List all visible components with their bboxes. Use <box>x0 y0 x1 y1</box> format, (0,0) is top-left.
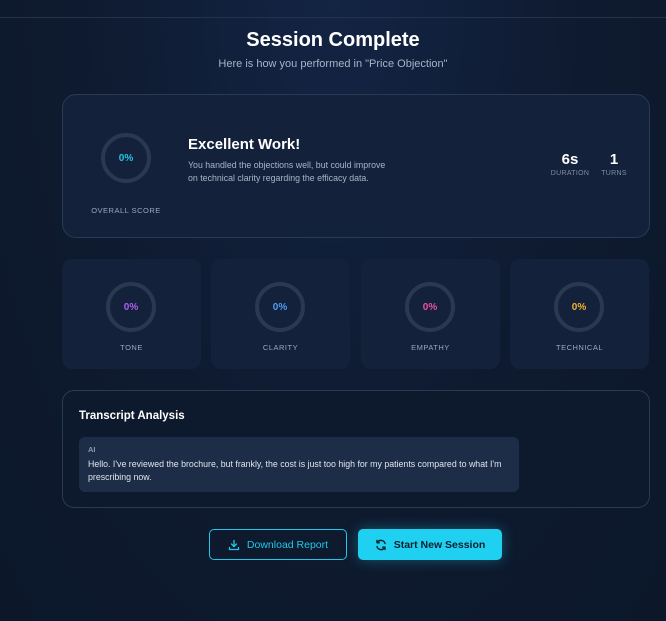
metric-card-empathy: 0% EMPATHY <box>361 259 500 369</box>
clarity-score-ring: 0% <box>255 282 305 332</box>
result-headline: Excellent Work! <box>188 136 301 153</box>
download-report-button[interactable]: Download Report <box>209 529 347 560</box>
duration-stat: 6s DURATION <box>545 151 595 177</box>
overall-score-label: OVERALL SCORE <box>91 206 161 215</box>
download-report-label: Download Report <box>246 538 329 551</box>
transcript-panel: Transcript Analysis AI Hello. I've revie… <box>62 390 650 508</box>
turns-label: TURNS <box>601 170 627 177</box>
message-text: Hello. I've reviewed the brochure, but f… <box>88 459 502 482</box>
metric-label-tone: TONE <box>120 343 143 352</box>
metric-label-technical: TECHNICAL <box>555 343 603 352</box>
page-subtitle: Here is how you performed in "Price Obje… <box>218 58 448 70</box>
metric-label-empathy: EMPATHY <box>411 343 450 352</box>
metric-card-tone: 0% TONE <box>62 259 201 369</box>
message-speaker: AI <box>88 445 96 454</box>
overall-score-ring: 0% <box>101 133 151 183</box>
page-title: Session Complete <box>246 29 420 51</box>
metric-label-clarity: CLARITY <box>262 343 299 352</box>
duration-value: 6s <box>561 151 579 168</box>
duration-label: DURATION <box>550 170 590 177</box>
transcript-message: AI Hello. I've reviewed the brochure, bu… <box>79 437 519 492</box>
start-new-session-button[interactable]: Start New Session <box>358 529 502 560</box>
download-icon <box>228 539 240 550</box>
tone-score-ring: 0% <box>106 282 156 332</box>
technical-score-ring: 0% <box>554 282 604 332</box>
start-new-session-label: Start New Session <box>393 538 486 551</box>
top-nav-bar <box>0 0 666 18</box>
turns-stat: 1 TURNS <box>597 151 631 177</box>
result-feedback: You handled the objections well, but cou… <box>188 160 386 183</box>
refresh-icon <box>375 539 386 550</box>
turns-value: 1 <box>609 151 619 168</box>
transcript-title: Transcript Analysis <box>79 410 185 422</box>
overall-score-card: 0% OVERALL SCORE Excellent Work! You han… <box>62 94 650 238</box>
metric-card-clarity: 0% CLARITY <box>211 259 350 369</box>
metric-card-technical: 0% TECHNICAL <box>510 259 649 369</box>
session-complete-page: Session Complete Here is how you perform… <box>0 0 666 621</box>
empathy-score-ring: 0% <box>405 282 455 332</box>
